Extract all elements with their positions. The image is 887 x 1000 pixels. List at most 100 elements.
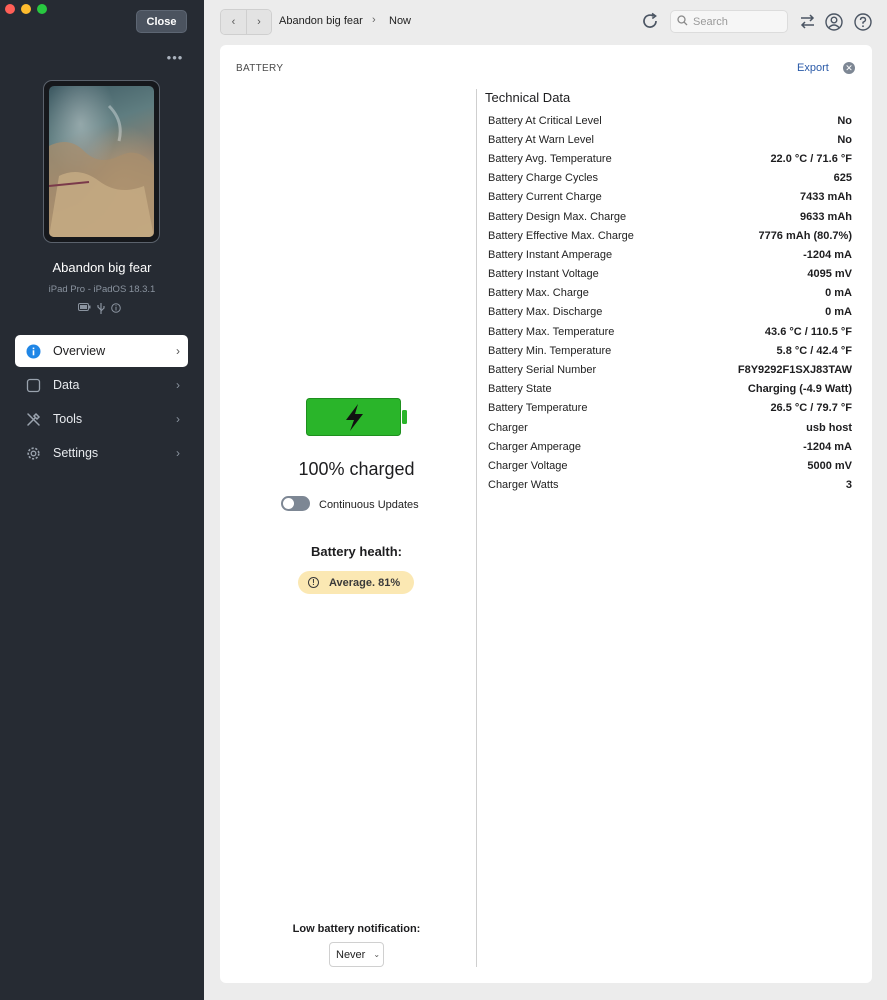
row-label: Battery Max. Discharge bbox=[488, 306, 603, 319]
gear-icon bbox=[25, 445, 41, 461]
row-value: Charging (-4.9 Watt) bbox=[747, 383, 852, 396]
sidebar-item-data[interactable]: Data › bbox=[15, 369, 188, 401]
table-row: Charger usb host bbox=[488, 418, 852, 437]
chevron-down-icon: ⌄ bbox=[373, 950, 381, 959]
battery-panel: BATTERY Export ✕ 100% charged Continuous… bbox=[220, 45, 872, 983]
square-icon bbox=[25, 377, 41, 393]
row-value: 5.8 °C / 42.4 °F bbox=[776, 344, 852, 357]
row-label: Battery At Critical Level bbox=[488, 114, 602, 127]
table-row: Battery At Warn Level No bbox=[488, 130, 852, 149]
sidebar-item-label: Overview bbox=[53, 344, 106, 358]
tools-icon bbox=[25, 411, 41, 427]
table-row: Battery State Charging (-4.9 Watt) bbox=[488, 380, 852, 399]
row-value: 43.6 °C / 110.5 °F bbox=[764, 325, 852, 338]
wallpaper-rocks bbox=[49, 104, 154, 237]
search-icon bbox=[677, 13, 688, 31]
help-icon[interactable] bbox=[853, 12, 872, 31]
table-row: Battery Design Max. Charge 9633 mAh bbox=[488, 207, 852, 226]
row-label: Battery Current Charge bbox=[488, 191, 602, 204]
row-label: Charger Voltage bbox=[488, 459, 568, 472]
device-wallpaper bbox=[49, 86, 154, 237]
row-label: Battery Max. Temperature bbox=[488, 325, 615, 338]
table-row: Charger Voltage 5000 mV bbox=[488, 456, 852, 475]
table-row: Battery Max. Discharge 0 mA bbox=[488, 303, 852, 322]
row-value: 0 mA bbox=[825, 306, 852, 319]
continuous-updates-label: Continuous Updates bbox=[319, 499, 419, 511]
table-row: Battery Charge Cycles 625 bbox=[488, 169, 852, 188]
technical-data-title: Technical Data bbox=[485, 90, 571, 105]
section-title: BATTERY bbox=[236, 63, 284, 74]
table-row: Battery Instant Amperage -1204 mA bbox=[488, 245, 852, 264]
device-name: Abandon big fear bbox=[52, 260, 152, 275]
forward-button[interactable]: › bbox=[246, 10, 271, 34]
window-zoom-dot[interactable] bbox=[37, 4, 47, 14]
chevron-right-icon: › bbox=[176, 412, 180, 426]
table-row: Charger Amperage -1204 mA bbox=[488, 437, 852, 456]
battery-health-title: Battery health: bbox=[310, 544, 403, 559]
table-row: Battery Max. Temperature 43.6 °C / 110.5 … bbox=[488, 322, 852, 341]
table-row: Battery Temperature 26.5 °C / 79.7 °F bbox=[488, 399, 852, 418]
row-value: 625 bbox=[833, 172, 852, 185]
more-options-icon[interactable]: ••• bbox=[166, 51, 184, 67]
row-label: Battery Charge Cycles bbox=[488, 172, 599, 185]
table-row: Battery Max. Charge 0 mA bbox=[488, 284, 852, 303]
sidebar-item-label: Data bbox=[53, 378, 80, 392]
history-nav: ‹ › bbox=[220, 9, 272, 35]
row-value: 7433 mAh bbox=[800, 191, 852, 204]
select-value: Never bbox=[336, 948, 366, 961]
window-controls bbox=[5, 4, 47, 14]
sidebar-item-label: Tools bbox=[53, 412, 83, 426]
row-label: Charger Watts bbox=[488, 479, 559, 492]
window-close-dot[interactable] bbox=[5, 4, 15, 14]
battery-charging-icon bbox=[306, 398, 408, 443]
search-input[interactable] bbox=[693, 15, 783, 28]
technical-data-table: Battery At Critical Level No Battery At Wa… bbox=[488, 111, 852, 495]
row-label: Battery At Warn Level bbox=[488, 133, 594, 146]
row-label: Charger bbox=[488, 421, 528, 434]
table-row: Battery Effective Max. Charge 7776 mAh (8… bbox=[488, 226, 852, 245]
table-row: Battery Serial Number F8Y9292F1SXJ83TAW bbox=[488, 360, 852, 379]
row-value: F8Y9292F1SXJ83TAW bbox=[737, 364, 852, 377]
row-value: 5000 mV bbox=[807, 459, 852, 472]
table-row: Battery At Critical Level No bbox=[488, 111, 852, 130]
sidebar-item-tools[interactable]: Tools › bbox=[15, 403, 188, 435]
row-value: 22.0 °C / 71.6 °F bbox=[770, 152, 852, 165]
sidebar: Close ••• Abandon big fear iPad Pro - iP… bbox=[0, 0, 204, 1000]
row-value: 4095 mV bbox=[807, 268, 852, 281]
device-subtitle: iPad Pro - iPadOS 18.3.1 bbox=[48, 284, 156, 295]
table-row: Charger Watts 3 bbox=[488, 476, 852, 495]
table-row: Battery Min. Temperature 5.8 °C / 42.4 °F bbox=[488, 341, 852, 360]
row-label: Battery State bbox=[488, 383, 552, 396]
close-panel-icon[interactable]: ✕ bbox=[843, 62, 855, 74]
chevron-right-icon: › bbox=[176, 344, 180, 358]
row-label: Battery Min. Temperature bbox=[488, 344, 612, 357]
row-value: 26.5 °C / 79.7 °F bbox=[770, 402, 852, 415]
chevron-right-icon: › bbox=[176, 446, 180, 460]
refresh-icon[interactable] bbox=[640, 11, 660, 31]
close-button[interactable]: Close bbox=[136, 10, 187, 33]
row-label: Battery Avg. Temperature bbox=[488, 152, 612, 165]
transfer-icon[interactable] bbox=[798, 12, 817, 31]
row-label: Battery Max. Charge bbox=[488, 287, 589, 300]
row-label: Battery Serial Number bbox=[488, 364, 597, 377]
battery-health-value: Average. 81% bbox=[329, 576, 401, 589]
account-icon[interactable] bbox=[824, 12, 843, 31]
sidebar-item-settings[interactable]: Settings › bbox=[15, 437, 188, 469]
low-battery-notification-label: Low battery notification: bbox=[292, 923, 421, 935]
sidebar-item-overview[interactable]: Overview › bbox=[15, 335, 188, 367]
row-value: 0 mA bbox=[825, 287, 852, 300]
row-label: Battery Temperature bbox=[488, 402, 588, 415]
info-small-icon[interactable] bbox=[111, 303, 121, 316]
window-minimize-dot[interactable] bbox=[21, 4, 31, 14]
device-thumbnail bbox=[43, 80, 160, 243]
row-value: -1204 mA bbox=[803, 248, 852, 261]
breadcrumb-device[interactable]: Abandon big fear bbox=[279, 15, 363, 27]
back-button[interactable]: ‹ bbox=[221, 10, 246, 34]
export-button[interactable]: Export bbox=[797, 62, 829, 74]
continuous-updates-toggle[interactable] bbox=[281, 496, 310, 511]
table-row: Battery Avg. Temperature 22.0 °C / 71.6 °… bbox=[488, 149, 852, 168]
toolbar: ‹ › Abandon big fear › Now bbox=[204, 0, 887, 44]
low-battery-notification-select[interactable]: Never ⌄ bbox=[329, 942, 384, 967]
chevron-right-icon: › bbox=[176, 378, 180, 392]
table-row: Battery Instant Voltage 4095 mV bbox=[488, 265, 852, 284]
